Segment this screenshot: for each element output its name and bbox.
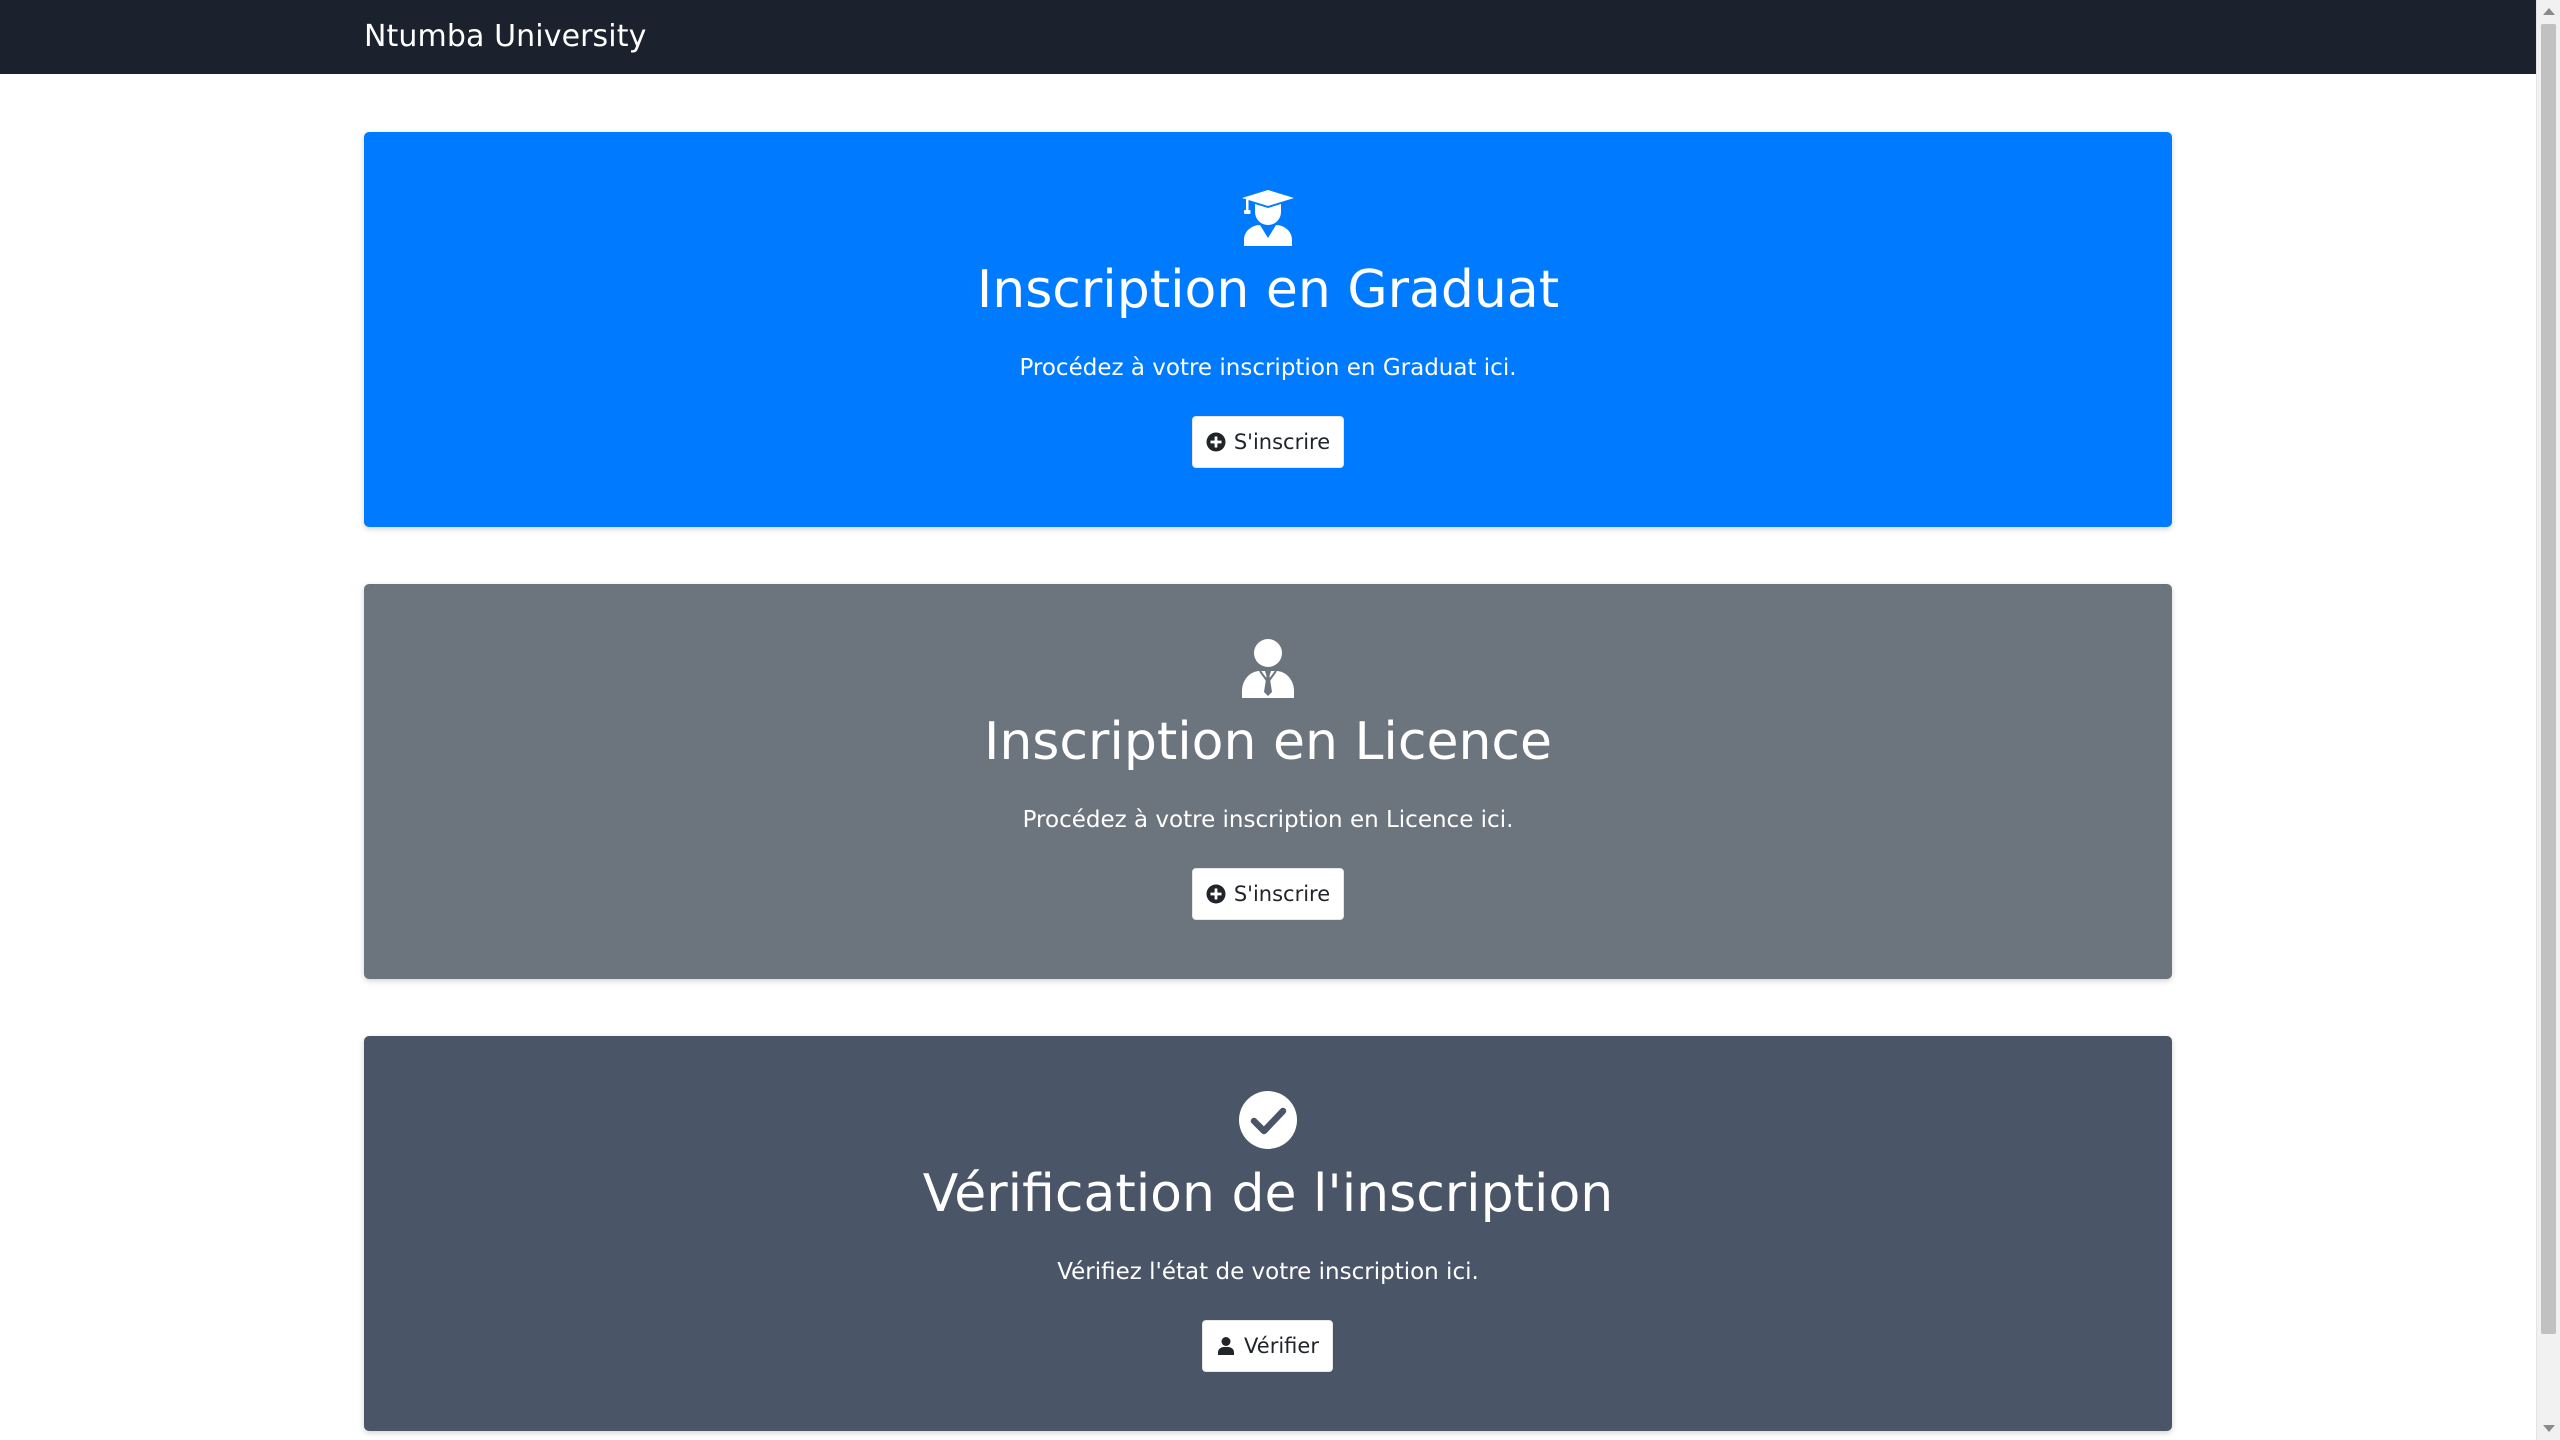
scroll-down-icon[interactable]: [2543, 1425, 2555, 1432]
scroll-thumb[interactable]: [2541, 24, 2556, 1334]
card-title: Inscription en Graduat: [976, 260, 1560, 320]
user-icon: [1216, 1336, 1236, 1356]
verify-button[interactable]: Vérifier: [1202, 1320, 1333, 1372]
plus-circle-icon: [1206, 884, 1226, 904]
card-description: Vérifiez l'état de votre inscription ici…: [1057, 1259, 1479, 1285]
card-verification: Vérification de l'inscription Vérifiez l…: [364, 1036, 2172, 1431]
vertical-scrollbar[interactable]: [2536, 0, 2560, 1440]
button-label: S'inscrire: [1233, 882, 1331, 906]
page: Ntumba University Inscription en Graduat…: [0, 0, 2560, 1440]
scroll-up-icon[interactable]: [2543, 8, 2555, 15]
register-licence-button[interactable]: S'inscrire: [1192, 868, 1344, 920]
card-description: Procédez à votre inscription en Graduat …: [1019, 355, 1517, 381]
user-tie-icon: [1238, 638, 1298, 698]
check-circle-icon-svg: [1239, 1091, 1297, 1149]
card-description: Procédez à votre inscription en Licence …: [1022, 807, 1514, 833]
card-title: Inscription en Licence: [984, 712, 1552, 772]
card-licence: Inscription en Licence Procédez à votre …: [364, 584, 2172, 979]
user-tie-icon-svg: [1242, 639, 1294, 698]
button-label: S'inscrire: [1233, 430, 1331, 454]
plus-circle-icon: [1206, 432, 1226, 452]
register-graduat-button[interactable]: S'inscrire: [1192, 416, 1344, 468]
button-label: Vérifier: [1244, 1334, 1319, 1358]
top-navbar: Ntumba University: [0, 0, 2536, 74]
graduate-icon-svg: [1242, 190, 1294, 246]
graduate-icon: [1238, 186, 1298, 246]
check-circle-icon: [1238, 1090, 1298, 1150]
card-graduat: Inscription en Graduat Procédez à votre …: [364, 132, 2172, 527]
card-title: Vérification de l'inscription: [922, 1164, 1614, 1224]
navbar-brand[interactable]: Ntumba University: [364, 16, 646, 58]
